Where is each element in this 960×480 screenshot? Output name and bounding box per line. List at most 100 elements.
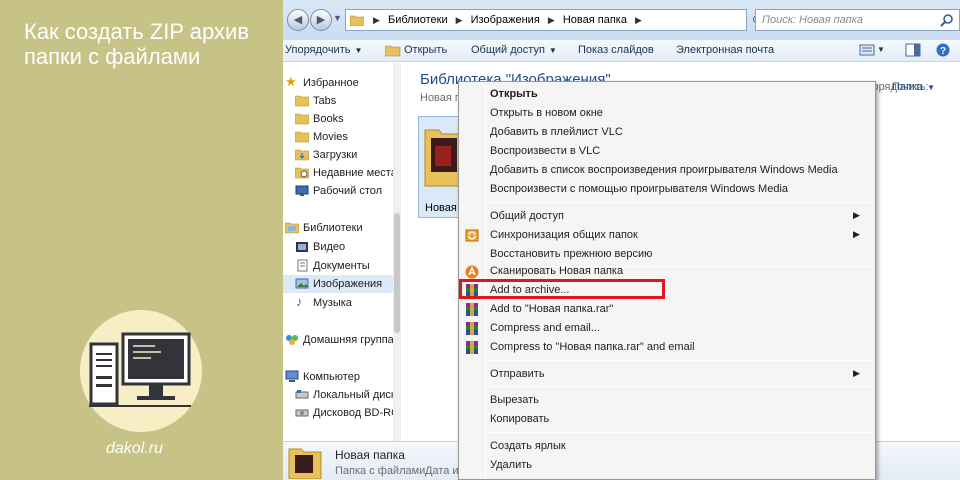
menu-item-copy[interactable]: Копировать [459, 410, 875, 429]
nav-item-tabs[interactable]: Tabs [283, 92, 400, 110]
menu-item-open[interactable]: Открыть [459, 85, 875, 104]
menu-item-create-shortcut[interactable]: Создать ярлык [459, 437, 875, 456]
homegroup-icon [286, 335, 298, 345]
command-bar: Упорядочить ▼ Открыть Общий доступ ▼ Показ… [283, 40, 960, 62]
nav-item-bd-drive[interactable]: Дисковод BD-RO [283, 404, 400, 422]
submenu-arrow-icon: ▶ [853, 229, 860, 239]
details-type: Папка с файлами [335, 465, 426, 477]
nav-item-downloads[interactable]: Загрузки [283, 146, 400, 164]
menu-item-label: Восстановить прежнюю версию [490, 248, 653, 260]
back-button[interactable]: ◀ [287, 9, 309, 31]
breadcrumb-item[interactable]: Новая папка [563, 14, 627, 26]
open-button[interactable]: Открыть [404, 44, 447, 56]
folder-icon [295, 113, 309, 125]
context-menu: Открыть Открыть в новом окне Добавить в … [458, 81, 876, 480]
nav-item-desktop[interactable]: Рабочий стол [283, 182, 400, 200]
nav-libraries[interactable]: Библиотеки [283, 219, 400, 237]
promo-panel: Как создать ZIP архив папки с файлами da… [0, 0, 283, 480]
folder-icon [295, 95, 309, 107]
nav-item-label: Дисковод BD-RO [313, 407, 400, 419]
email-label: Электронная почта [676, 44, 775, 56]
computer-icon [89, 332, 191, 407]
nav-computer[interactable]: Компьютер [283, 368, 400, 386]
breadcrumb-separator-icon: ▶ [373, 15, 380, 25]
site-name[interactable]: dakol.ru [106, 440, 163, 458]
nav-item-video[interactable]: Видео [283, 238, 400, 256]
menu-item-label: Синхронизация общих папок [490, 229, 638, 241]
promo-title: Как создать ZIP архив папки с файлами [24, 19, 250, 69]
menu-item-delete[interactable]: Удалить [459, 456, 875, 475]
slideshow-label: Показ слайдов [578, 44, 654, 56]
address-field[interactable]: ▶ Библиотеки ▶ Изображения ▶ Новая папка… [345, 9, 800, 31]
breadcrumb-item[interactable]: Библиотеки [388, 14, 448, 26]
nav-libraries-label: Библиотеки [303, 222, 363, 234]
menu-item-sync[interactable]: Синхронизация общих папок ▶ [459, 226, 875, 245]
share-button[interactable]: Общий доступ ▼ [471, 44, 557, 56]
highlight-frame [459, 279, 665, 299]
nav-item-pictures[interactable]: Изображения [283, 275, 400, 293]
organize-label: Упорядочить [285, 44, 351, 56]
menu-item-send-to[interactable]: Отправить ▶ [459, 365, 875, 384]
help-icon[interactable]: ? [935, 43, 951, 57]
optical-drive-icon [295, 409, 309, 417]
menu-item-cut[interactable]: Вырезать [459, 391, 875, 410]
search-icon[interactable] [940, 13, 954, 27]
music-library-icon: ♪ [296, 294, 303, 309]
menu-separator [488, 432, 873, 433]
search-field[interactable]: Поиск: Новая папка [755, 9, 960, 31]
email-button[interactable]: Электронная почта [676, 44, 774, 56]
menu-item-compress-email[interactable]: Compress and email... [459, 319, 875, 338]
menu-separator [488, 202, 873, 203]
nav-item-recent[interactable]: Недавние места [283, 164, 400, 182]
desktop-icon [295, 185, 309, 196]
breadcrumb-separator-icon[interactable]: ▶ [548, 15, 555, 25]
menu-item-vlc-play[interactable]: Воспроизвести в VLC [459, 142, 875, 161]
nav-item-label: Рабочий стол [313, 185, 383, 197]
menu-item-label: Вырезать [490, 394, 539, 406]
menu-item-open-new-window[interactable]: Открыть в новом окне [459, 104, 875, 123]
nav-item-label: Movies [313, 131, 348, 143]
nav-item-music[interactable]: ♪ Музыка [283, 294, 400, 312]
arrange-by-dropdown[interactable]: Папка ▼ [892, 81, 935, 93]
nav-item-movies[interactable]: Movies [283, 128, 400, 146]
svg-text:?: ? [940, 46, 946, 57]
menu-item-label: Воспроизвести с помощью проигрывателя Wi… [490, 183, 789, 195]
scrollbar-thumb[interactable] [394, 213, 400, 333]
open-label: Открыть [404, 44, 448, 56]
nav-item-documents[interactable]: Документы [283, 257, 400, 275]
nav-item-local-disk[interactable]: Локальный диск [283, 386, 400, 404]
menu-item-label: Добавить в список воспроизведения проигр… [490, 164, 838, 176]
menu-item-share[interactable]: Общий доступ ▶ [459, 207, 875, 226]
menu-item-label: Общий доступ [490, 210, 564, 222]
avast-icon [465, 265, 479, 279]
chevron-down-icon[interactable]: ▼ [877, 45, 885, 54]
nav-homegroup-label: Домашняя группа [303, 334, 394, 346]
nav-item-books[interactable]: Books [283, 110, 400, 128]
menu-item-vlc-playlist[interactable]: Добавить в плейлист VLC [459, 123, 875, 142]
menu-item-add-to-rar[interactable]: Add to "Новая папка.rar" [459, 300, 875, 319]
breadcrumb: ▶ Библиотеки ▶ Изображения ▶ Новая папка… [368, 14, 647, 26]
organize-button[interactable]: Упорядочить ▼ [285, 44, 362, 56]
menu-item-label: Добавить в плейлист VLC [490, 126, 623, 138]
submenu-arrow-icon: ▶ [853, 368, 860, 378]
breadcrumb-item[interactable]: Изображения [471, 14, 540, 26]
menu-separator [488, 360, 873, 361]
menu-item-wmp-play[interactable]: Воспроизвести с помощью проигрывателя Wi… [459, 180, 875, 199]
breadcrumb-separator-icon[interactable]: ▶ [456, 15, 463, 25]
nav-item-label: Музыка [313, 297, 352, 309]
slideshow-button[interactable]: Показ слайдов [578, 44, 654, 56]
menu-item-wmp-add[interactable]: Добавить в список воспроизведения проигр… [459, 161, 875, 180]
open-folder-icon [385, 45, 401, 57]
nav-homegroup[interactable]: Домашняя группа [283, 331, 400, 349]
preview-pane-icon[interactable] [905, 43, 921, 57]
nav-favorites[interactable]: ★ Избранное [283, 74, 400, 92]
chevron-down-icon: ▼ [354, 46, 363, 55]
view-options-icon[interactable] [859, 43, 875, 57]
menu-item-label: Compress and email... [490, 322, 601, 334]
address-bar: ◀ ▶ ▼ ▶ Библиотеки ▶ Изображения ▶ Новая… [283, 0, 960, 40]
breadcrumb-separator-icon[interactable]: ▶ [635, 15, 642, 25]
history-dropdown-icon[interactable]: ▼ [333, 13, 342, 23]
nav-scrollbar[interactable] [393, 63, 401, 441]
menu-item-compress-rar-email[interactable]: Compress to "Новая папка.rar" and email [459, 338, 875, 357]
forward-button[interactable]: ▶ [310, 9, 332, 31]
